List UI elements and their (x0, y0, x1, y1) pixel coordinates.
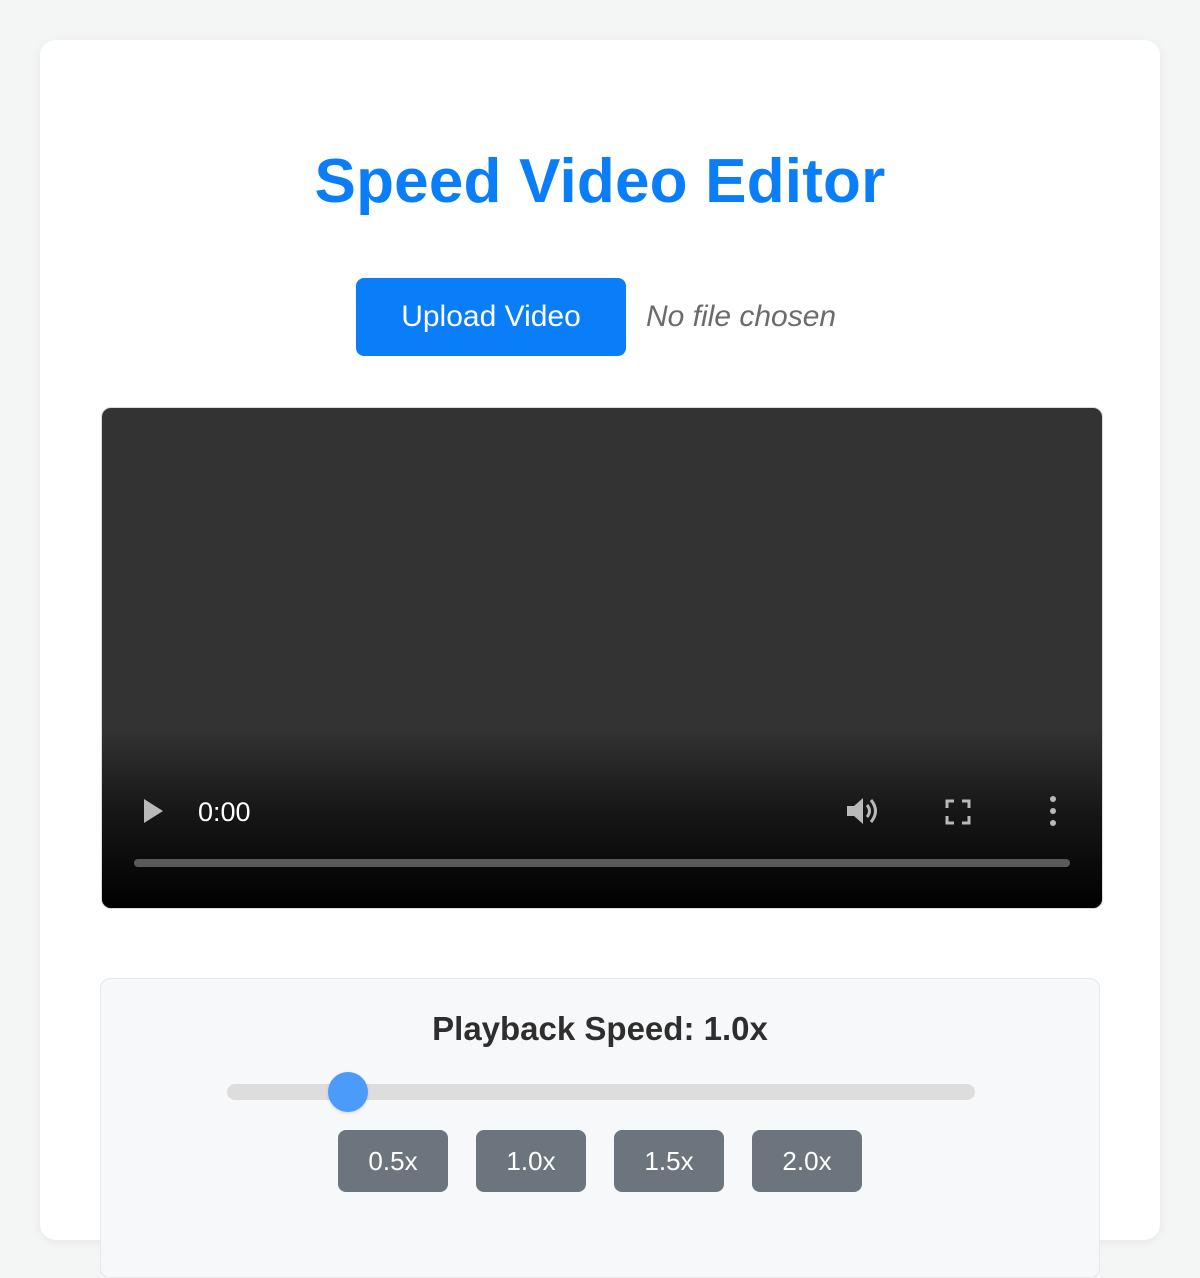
speed-preset-0-5x-button[interactable]: 0.5x (338, 1130, 448, 1192)
speed-preset-2-0x-button[interactable]: 2.0x (752, 1130, 862, 1192)
upload-row: Upload Video No file chosen (356, 278, 836, 356)
speed-presets: 0.5x 1.0x 1.5x 2.0x (338, 1130, 862, 1192)
video-progress-bar[interactable] (134, 859, 1070, 867)
speed-slider[interactable] (227, 1072, 975, 1112)
volume-icon[interactable] (845, 795, 881, 827)
fullscreen-icon[interactable] (945, 799, 971, 825)
speed-preset-1-0x-button[interactable]: 1.0x (476, 1130, 586, 1192)
page-title: Speed Video Editor (314, 147, 886, 216)
speed-preset-1-5x-button[interactable]: 1.5x (614, 1130, 724, 1192)
play-icon[interactable] (144, 799, 163, 823)
playback-speed-label: Playback Speed: 1.0x (432, 1010, 768, 1047)
speed-slider-thumb[interactable] (328, 1072, 369, 1112)
file-status-text: No file chosen (646, 300, 837, 333)
upload-video-button[interactable]: Upload Video (356, 278, 626, 356)
video-player[interactable]: 0:00 (101, 407, 1103, 909)
video-current-time: 0:00 (198, 797, 251, 827)
editor-card: Speed Video Editor Upload Video No file … (40, 40, 1160, 1278)
speed-control-panel: Playback Speed: 1.0x 0.5x 1.0x 1.5x 2.0x (100, 978, 1100, 1278)
more-options-icon[interactable] (1047, 795, 1059, 827)
